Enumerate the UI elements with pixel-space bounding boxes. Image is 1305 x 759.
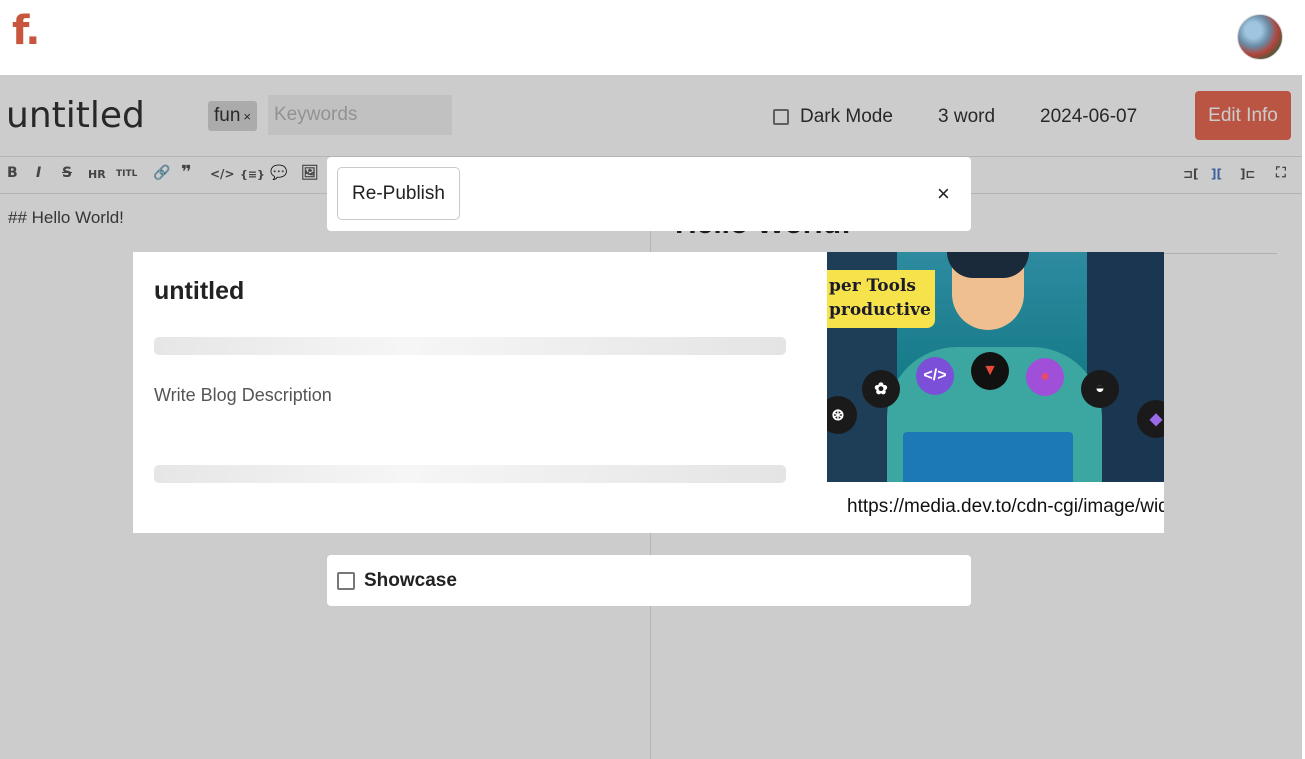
close-icon[interactable]: ×: [937, 181, 950, 207]
loading-skeleton: [154, 465, 786, 483]
openai-icon: ✿: [862, 370, 900, 408]
bug-badge-icon: ●: [1026, 358, 1064, 396]
showcase-toggle[interactable]: Showcase: [327, 555, 971, 606]
tool-badge-icon: ▼: [971, 352, 1009, 390]
post-preview-card: untitled Write Blog Description per Tool…: [133, 252, 1164, 533]
code-badge-icon: </>: [916, 357, 954, 395]
cover-image[interactable]: per Tools productive ✿ </> ▼ ● ◒ ⊛ ◆: [827, 252, 1164, 482]
card-title: untitled: [154, 277, 245, 305]
showcase-label: Showcase: [364, 569, 457, 591]
cover-banner-line: productive: [829, 300, 931, 320]
cover-decoration: [903, 432, 1073, 482]
showcase-checkbox[interactable]: [337, 571, 355, 590]
republish-button[interactable]: Re-Publish: [337, 167, 460, 220]
cover-decoration: [947, 252, 1029, 278]
loading-skeleton: [154, 337, 786, 355]
top-navbar: f.: [0, 0, 1305, 75]
publish-header: Re-Publish ×: [327, 157, 971, 231]
cover-banner-line: per Tools: [829, 276, 916, 296]
description-input[interactable]: Write Blog Description: [154, 385, 332, 406]
app-logo[interactable]: f.: [12, 8, 40, 54]
stripes-badge-icon: ◒: [1081, 370, 1119, 408]
cover-url: https://media.dev.to/cdn-cgi/image/width…: [847, 496, 1164, 517]
cover-banner-text: per Tools productive: [827, 274, 931, 322]
user-avatar[interactable]: [1237, 14, 1283, 60]
